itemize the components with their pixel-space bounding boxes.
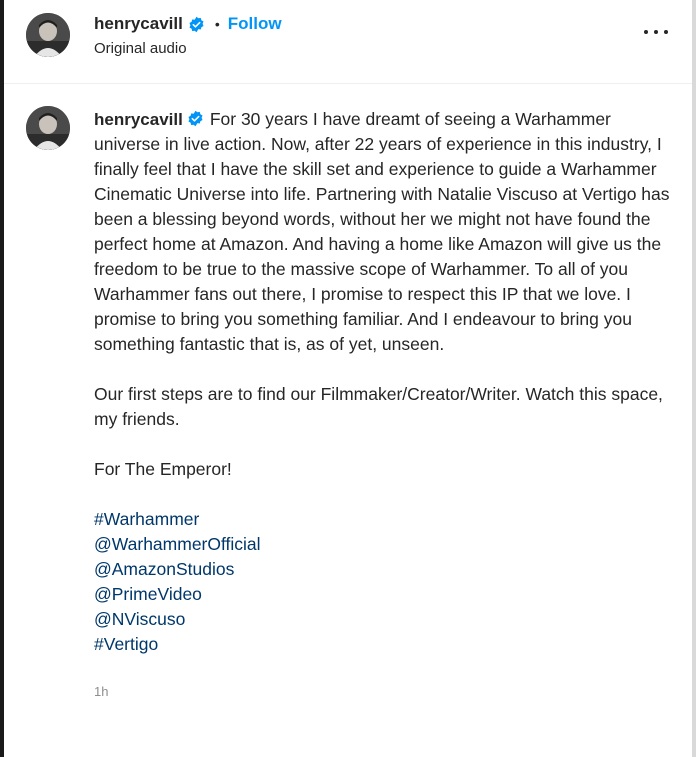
hashtag-link[interactable]: #Vertigo (94, 632, 674, 657)
avatar-image (26, 13, 70, 57)
caption-text: For 30 years I have dreamt of seeing a W… (94, 109, 670, 354)
mention-link[interactable]: @NViscuso (94, 607, 674, 632)
avatar[interactable] (26, 106, 70, 150)
verified-badge-icon (189, 16, 204, 32)
divider (4, 83, 692, 84)
separator-dot: • (214, 16, 220, 32)
caption-paragraph: henrycavill For 30 years I have dreamt o… (94, 107, 674, 357)
caption-paragraph: For The Emperor! (94, 459, 232, 479)
hashtag-link[interactable]: #Warhammer (94, 507, 674, 532)
scrollbar[interactable] (692, 0, 696, 757)
tag-list: #Warhammer @WarhammerOfficial @AmazonStu… (94, 507, 674, 657)
username-link[interactable]: henrycavill (94, 14, 183, 34)
verified-badge-icon (188, 110, 203, 127)
avatar-image (26, 106, 70, 150)
follow-button[interactable]: Follow (228, 14, 282, 34)
audio-link[interactable]: Original audio (94, 40, 282, 57)
caption-paragraph: Our first steps are to find our Filmmake… (94, 384, 663, 429)
timestamp[interactable]: 1h (94, 679, 674, 704)
more-options-icon[interactable] (644, 22, 668, 42)
avatar[interactable] (26, 13, 70, 57)
caption: henrycavill For 30 years I have dreamt o… (94, 107, 674, 704)
mention-link[interactable]: @AmazonStudios (94, 557, 674, 582)
post-header: henrycavill • Follow Original audio (22, 10, 682, 70)
mention-link[interactable]: @PrimeVideo (94, 582, 674, 607)
mention-link[interactable]: @WarhammerOfficial (94, 532, 674, 557)
username-link[interactable]: henrycavill (94, 110, 183, 129)
